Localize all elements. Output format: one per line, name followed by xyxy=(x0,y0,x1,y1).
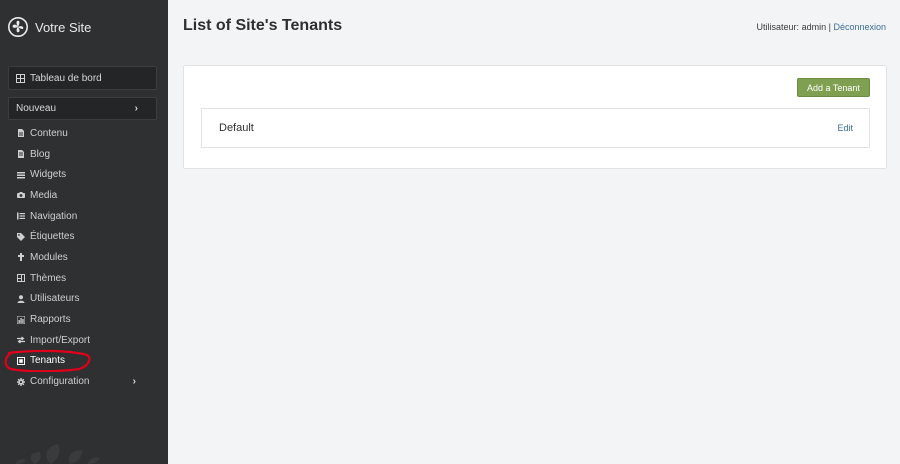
theme-icon xyxy=(17,274,25,283)
orchard-logo-icon xyxy=(8,17,28,37)
page-title: List of Site's Tenants xyxy=(183,17,343,34)
edit-tenant-link[interactable]: Edit xyxy=(837,123,853,133)
tenants-panel: Add a Tenant Default Edit xyxy=(183,65,887,169)
sidebar-item-label: Media xyxy=(30,189,58,201)
sidebar-item-label: Étiquettes xyxy=(30,231,75,243)
chevron-right-icon: › xyxy=(132,376,136,388)
sidebar: Votre Site Tableau de bord Nouveau › Con… xyxy=(0,0,168,464)
blog-icon xyxy=(18,150,24,159)
file-icon xyxy=(18,129,24,138)
puzzle-icon xyxy=(18,253,24,262)
sidebar-item-label: Blog xyxy=(30,148,51,160)
brand[interactable]: Votre Site xyxy=(8,16,91,38)
tag-icon xyxy=(17,232,25,241)
dashboard-button[interactable]: Tableau de bord xyxy=(8,66,157,90)
user-prefix: Utilisateur: xyxy=(756,22,800,32)
new-menu-label: Nouveau xyxy=(16,103,57,114)
exchange-icon xyxy=(17,336,25,344)
leaf-decoration-icon xyxy=(16,444,100,464)
user-icon xyxy=(17,295,25,303)
site-name[interactable]: Votre Site xyxy=(35,20,91,35)
sidebar-item-import-export[interactable]: Import/Export xyxy=(0,330,168,351)
chart-icon xyxy=(17,315,25,324)
sidebar-item-themes[interactable]: Thèmes xyxy=(0,268,168,289)
sidebar-item-label: Widgets xyxy=(30,169,67,181)
sidebar-item-label: Navigation xyxy=(30,210,78,222)
tenant-name: Default xyxy=(219,122,254,134)
sidebar-item-utilisateurs[interactable]: Utilisateurs xyxy=(0,289,168,310)
sidebar-menu: Contenu Blog Widgets Media Navigation Ét… xyxy=(0,123,168,392)
sidebar-item-label: Configuration xyxy=(30,376,90,388)
sidebar-item-label: Tenants xyxy=(30,355,66,367)
sidebar-item-media[interactable]: Media xyxy=(0,185,168,206)
user-bar: Utilisateur: admin | Déconnexion xyxy=(757,22,886,32)
sidebar-item-navigation[interactable]: Navigation xyxy=(0,206,168,227)
sidebar-item-label: Thèmes xyxy=(30,272,67,284)
userbar-separator: | xyxy=(828,22,831,32)
sidebar-item-modules[interactable]: Modules xyxy=(0,247,168,268)
sidebar-item-label: Modules xyxy=(30,251,68,263)
sidebar-item-label: Rapports xyxy=(30,314,71,326)
tenant-icon xyxy=(17,356,25,365)
username: admin xyxy=(801,22,827,32)
sidebar-item-configuration[interactable]: Configuration › xyxy=(0,371,168,392)
dashboard-icon xyxy=(16,73,25,83)
nav-list-icon xyxy=(17,212,25,220)
tenant-row: Default Edit xyxy=(201,108,870,148)
sidebar-item-label: Contenu xyxy=(30,127,68,139)
gear-icon xyxy=(17,377,25,386)
sidebar-item-label: Import/Export xyxy=(30,334,91,346)
sidebar-item-contenu[interactable]: Contenu xyxy=(0,123,168,144)
sidebar-item-rapports[interactable]: Rapports xyxy=(0,309,168,330)
dashboard-label: Tableau de bord xyxy=(30,72,102,84)
sidebar-item-blog[interactable]: Blog xyxy=(0,144,168,165)
sidebar-item-label: Utilisateurs xyxy=(30,293,80,305)
chevron-right-icon: › xyxy=(134,103,138,114)
new-menu-button[interactable]: Nouveau › xyxy=(8,97,157,120)
sidebar-item-widgets[interactable]: Widgets xyxy=(0,164,168,185)
logout-link[interactable]: Déconnexion xyxy=(833,22,886,32)
sidebar-item-tenants[interactable]: Tenants xyxy=(0,351,168,372)
camera-icon xyxy=(17,192,25,199)
list-icon xyxy=(17,171,25,179)
add-tenant-button[interactable]: Add a Tenant xyxy=(797,78,870,97)
sidebar-item-etiquettes[interactable]: Étiquettes xyxy=(0,226,168,247)
